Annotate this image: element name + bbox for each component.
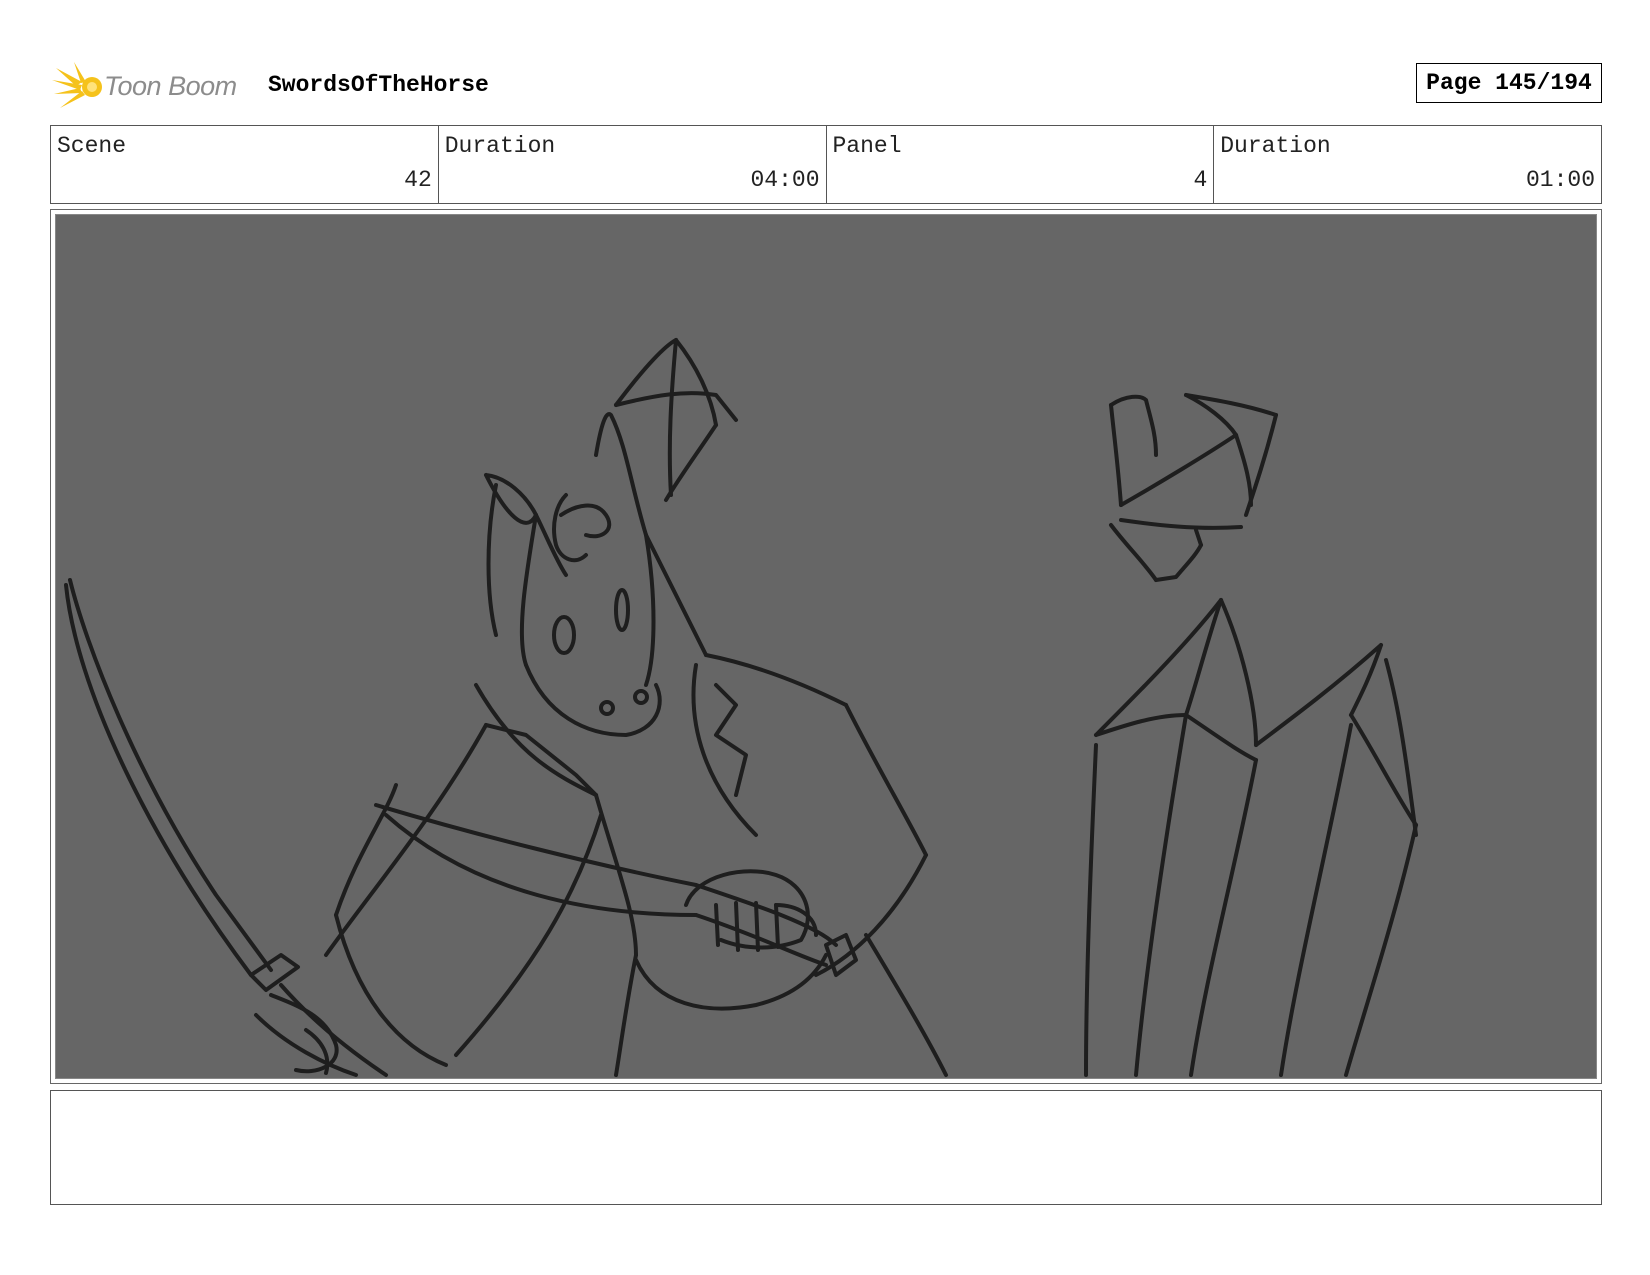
panel-duration-cell: Duration 01:00 [1214, 126, 1601, 203]
panel-label: Panel [832, 133, 902, 159]
panel-duration-label: Duration [1220, 133, 1331, 159]
scene-cell: Scene 42 [51, 126, 439, 203]
scene-label: Scene [57, 133, 127, 159]
sketch-drawing [64, 338, 1418, 1077]
panel-notes-box [50, 1090, 1602, 1205]
scene-duration-value: 04:00 [750, 167, 820, 193]
scene-duration-label: Duration [444, 133, 556, 159]
panel-cell: Panel 4 [827, 126, 1215, 203]
starburst-logo-icon [52, 62, 102, 108]
scene-value: 42 [404, 167, 432, 193]
scene-duration-cell: Duration 04:00 [439, 126, 827, 203]
logo-text: Toon Boom [104, 70, 237, 101]
storyboard-panel-frame [50, 209, 1602, 1084]
toon-boom-logo: Toon Boom [52, 58, 252, 114]
panel-info-table: Scene 42 Duration 04:00 Panel 4 Duration… [50, 125, 1602, 204]
storyboard-panel-image [55, 214, 1597, 1079]
project-title: SwordsOfTheHorse [268, 72, 489, 98]
page-number: Page 145/194 [1416, 63, 1602, 103]
panel-value: 4 [1193, 167, 1208, 193]
panel-duration-value: 01:00 [1525, 167, 1595, 193]
